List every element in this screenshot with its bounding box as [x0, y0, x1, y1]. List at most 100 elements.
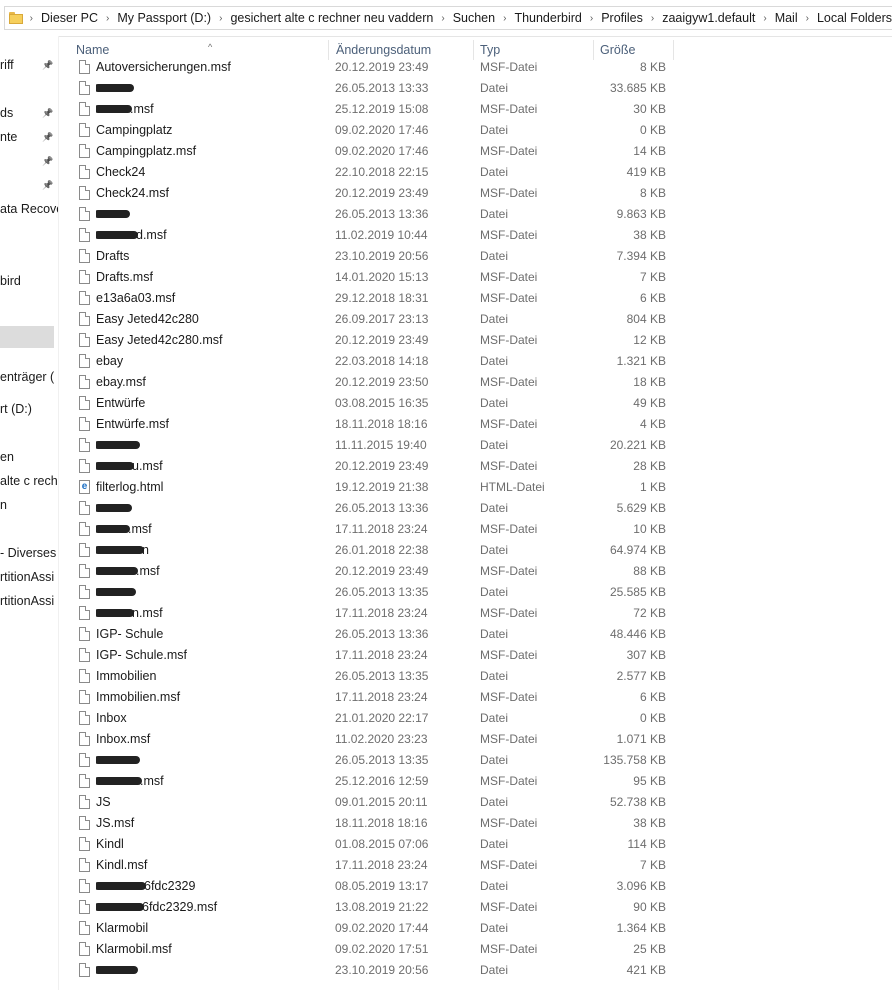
table-row[interactable]: ebay 22.03.2018 14:18 Datei 1.321 KB	[58, 351, 892, 372]
table-row[interactable]: .msf 25.12.2019 15:08 MSF-Datei 30 KB	[58, 99, 892, 120]
table-row[interactable]: Klarmobil 09.02.2020 17:44 Datei 1.364 KB	[58, 918, 892, 939]
breadcrumb-item[interactable]: Mail	[775, 11, 798, 25]
table-row[interactable]: JS.msf 18.11.2018 18:16 MSF-Datei 38 KB	[58, 813, 892, 834]
nav-item[interactable]: 📌	[0, 174, 58, 196]
table-row[interactable]: .msf 17.11.2018 23:24 MSF-Datei 10 KB	[58, 519, 892, 540]
table-row[interactable]: JS 09.01.2015 20:11 Datei 52.738 KB	[58, 792, 892, 813]
breadcrumb-chevron-icon[interactable]: ›	[755, 13, 774, 24]
nav-item[interactable]: - Diverses	[0, 542, 58, 564]
breadcrumb[interactable]: › Dieser PC › My Passport (D:) › gesichert al…	[4, 6, 892, 30]
breadcrumb-chevron-icon[interactable]: ›	[495, 13, 514, 24]
file-name[interactable]: d.msf	[96, 225, 326, 246]
file-name[interactable]: ebay	[96, 351, 326, 372]
address-bar[interactable]: › Dieser PC › My Passport (D:) › gesichert al…	[0, 0, 892, 37]
file-name[interactable]: Immobilien	[96, 666, 326, 687]
nav-item[interactable]: alte c rech	[0, 470, 58, 492]
table-row[interactable]: Immobilien.msf 17.11.2018 23:24 MSF-Datei 6…	[58, 687, 892, 708]
breadcrumb-item[interactable]: My Passport (D:)	[117, 11, 211, 25]
table-row[interactable]: e filterlog.html 19.12.2019 21:38 HTML-Date…	[58, 477, 892, 498]
breadcrumb-item[interactable]: gesichert alte c rechner neu vaddern	[230, 11, 433, 25]
file-name[interactable]: IGP- Schule	[96, 624, 326, 645]
table-row[interactable]: u.msf 20.12.2019 23:49 MSF-Datei 28 KB	[58, 456, 892, 477]
breadcrumb-chevron-icon[interactable]: ›	[22, 13, 41, 24]
nav-item[interactable]: 📌	[0, 150, 58, 172]
breadcrumb-item[interactable]: Thunderbird	[514, 11, 581, 25]
table-row[interactable]: Easy Jeted42c280 26.09.2017 23:13 Datei 804…	[58, 309, 892, 330]
breadcrumb-chevron-icon[interactable]: ›	[643, 13, 662, 24]
file-name[interactable]: Campingplatz.msf	[96, 141, 326, 162]
file-name[interactable]: JS.msf	[96, 813, 326, 834]
file-name[interactable]: n.msf	[96, 603, 326, 624]
file-name[interactable]: Inbox.msf	[96, 729, 326, 750]
file-name[interactable]: Drafts	[96, 246, 326, 267]
table-row[interactable]: Drafts 23.10.2019 20:56 Datei 7.394 KB	[58, 246, 892, 267]
breadcrumb-item[interactable]: Local Folders	[817, 11, 892, 25]
file-name[interactable]: 6fdc2329	[96, 876, 326, 897]
nav-item[interactable]: 📌 nte	[0, 126, 58, 148]
file-name[interactable]: Kindl	[96, 834, 326, 855]
file-name[interactable]: n	[96, 540, 326, 561]
table-row[interactable]: n.msf 17.11.2018 23:24 MSF-Datei 72 KB	[58, 603, 892, 624]
file-name[interactable]: JS	[96, 792, 326, 813]
nav-item[interactable]: 📌 ds	[0, 102, 58, 124]
file-name[interactable]: Easy Jeted42c280	[96, 309, 326, 330]
file-name[interactable]: e13a6a03.msf	[96, 288, 326, 309]
nav-item[interactable]: rt (D:)	[0, 398, 58, 420]
table-row[interactable]: Kindl 01.08.2015 07:06 Datei 114 KB	[58, 834, 892, 855]
table-row[interactable]: .msf 20.12.2019 23:49 MSF-Datei 88 KB	[58, 561, 892, 582]
nav-item[interactable]: enträger (	[0, 366, 58, 388]
table-row[interactable]: .msf 25.12.2016 12:59 MSF-Datei 95 KB	[58, 771, 892, 792]
table-row[interactable]: Drafts.msf 14.01.2020 15:13 MSF-Datei 7 KB	[58, 267, 892, 288]
file-name[interactable]: IGP- Schule.msf	[96, 645, 326, 666]
table-row[interactable]: 26.05.2013 13:36 Datei 9.863 KB	[58, 204, 892, 225]
table-row[interactable]: ebay.msf 20.12.2019 23:50 MSF-Datei 18 KB	[58, 372, 892, 393]
table-row[interactable]: d.msf 11.02.2019 10:44 MSF-Datei 38 KB	[58, 225, 892, 246]
file-name[interactable]: Inbox	[96, 708, 326, 729]
file-name[interactable]: Check24	[96, 162, 326, 183]
table-row[interactable]: 6fdc2329.msf 13.08.2019 21:22 MSF-Datei 90 …	[58, 897, 892, 918]
file-name[interactable]	[96, 78, 326, 99]
table-row[interactable]: 23.10.2019 20:56 Datei 421 KB	[58, 960, 892, 981]
breadcrumb-chevron-icon[interactable]: ›	[98, 13, 117, 24]
file-name[interactable]: .msf	[96, 99, 326, 120]
table-row[interactable]: 6fdc2329 08.05.2019 13:17 Datei 3.096 KB	[58, 876, 892, 897]
pin-icon[interactable]: 📌	[42, 178, 54, 192]
file-name[interactable]: Kindl.msf	[96, 855, 326, 876]
nav-item[interactable]: en	[0, 446, 58, 468]
file-name[interactable]: u.msf	[96, 456, 326, 477]
file-name[interactable]: Klarmobil.msf	[96, 939, 326, 960]
file-name[interactable]	[96, 498, 326, 519]
file-name[interactable]: Easy Jeted42c280.msf	[96, 330, 326, 351]
file-name[interactable]: Immobilien.msf	[96, 687, 326, 708]
file-name[interactable]	[96, 750, 326, 771]
file-name[interactable]: filterlog.html	[96, 477, 326, 498]
file-name[interactable]: Drafts.msf	[96, 267, 326, 288]
file-name[interactable]: Check24.msf	[96, 183, 326, 204]
nav-item[interactable]: rtitionAssi	[0, 590, 58, 612]
table-row[interactable]: Klarmobil.msf 09.02.2020 17:51 MSF-Datei 25…	[58, 939, 892, 960]
table-row[interactable]: Inbox 21.01.2020 22:17 Datei 0 KB	[58, 708, 892, 729]
nav-item[interactable]: 📌 riff	[0, 54, 58, 76]
table-row[interactable]: IGP- Schule.msf 17.11.2018 23:24 MSF-Datei…	[58, 645, 892, 666]
file-name[interactable]: Autoversicherungen.msf	[96, 57, 326, 78]
table-row[interactable]: Campingplatz 09.02.2020 17:46 Datei 0 KB	[58, 120, 892, 141]
pin-icon[interactable]: 📌	[42, 58, 54, 72]
file-name[interactable]: Campingplatz	[96, 120, 326, 141]
table-row[interactable]: Easy Jeted42c280.msf 20.12.2019 23:49 MSF-…	[58, 330, 892, 351]
breadcrumb-chevron-icon[interactable]: ›	[582, 13, 601, 24]
table-row[interactable]: Entwürfe.msf 18.11.2018 18:16 MSF-Datei 4 K…	[58, 414, 892, 435]
table-row[interactable]: Immobilien 26.05.2013 13:35 Datei 2.577 KB	[58, 666, 892, 687]
pin-icon[interactable]: 📌	[42, 106, 54, 120]
breadcrumb-item[interactable]: Suchen	[453, 11, 495, 25]
breadcrumb-item[interactable]: Profiles	[601, 11, 643, 25]
file-name[interactable]: Klarmobil	[96, 918, 326, 939]
file-name[interactable]: .msf	[96, 771, 326, 792]
navigation-pane[interactable]: 📌 riff 📌 ds 📌 nte 📌 📌 ata Recove bird enträger (rt…	[0, 36, 59, 990]
file-name[interactable]	[96, 435, 326, 456]
table-row[interactable]: 11.11.2015 19:40 Datei 20.221 KB	[58, 435, 892, 456]
file-name[interactable]	[96, 204, 326, 225]
breadcrumb-chevron-icon[interactable]: ›	[798, 13, 817, 24]
table-row[interactable]: 26.05.2013 13:36 Datei 5.629 KB	[58, 498, 892, 519]
table-row[interactable]: 26.05.2013 13:35 Datei 135.758 KB	[58, 750, 892, 771]
breadcrumb-item[interactable]: Dieser PC	[41, 11, 98, 25]
